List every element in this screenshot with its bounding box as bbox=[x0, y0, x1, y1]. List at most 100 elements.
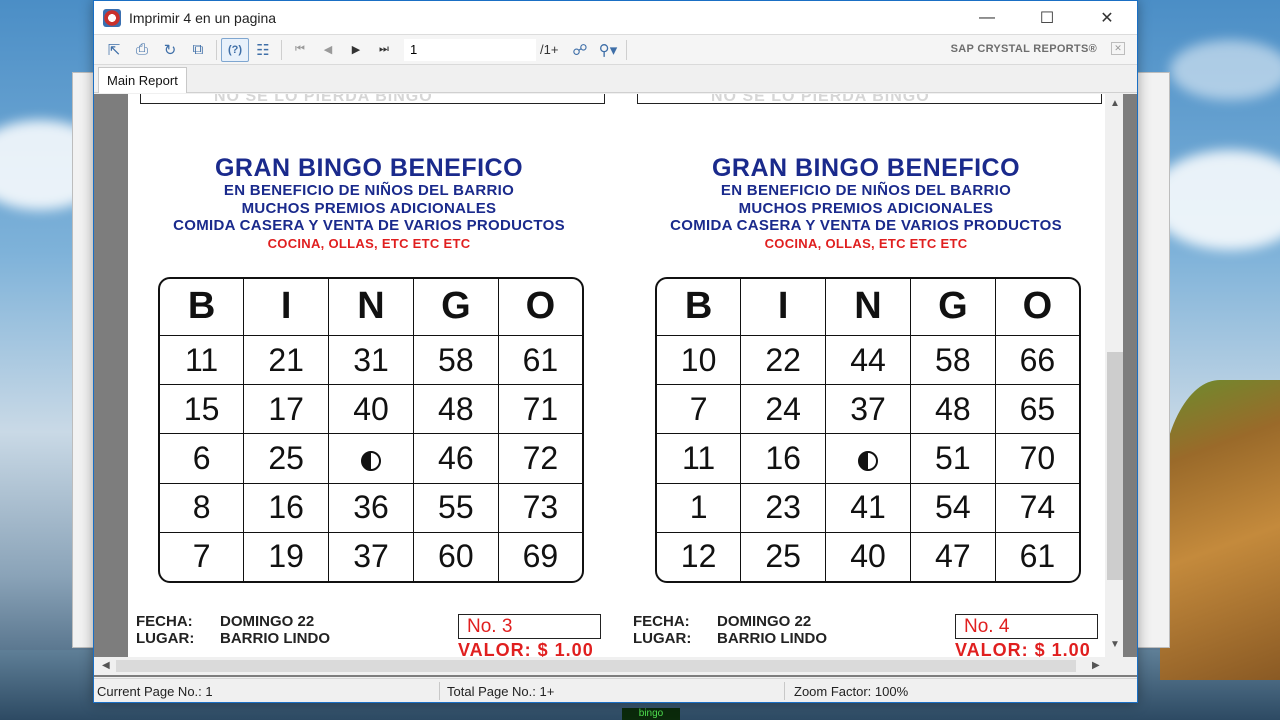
bingo-row: 10 22 44 58 66 bbox=[657, 334, 1079, 386]
bingo-cell: 1 bbox=[657, 482, 742, 533]
card-line-4: COCINA, OLLAS, ETC ETC ETC bbox=[764, 235, 968, 251]
bingo-cell: 65 bbox=[994, 384, 1079, 435]
status-bar: Current Page No.: 1 Total Page No.: 1+ Z… bbox=[94, 678, 1137, 702]
bingo-cell: 73 bbox=[497, 482, 582, 533]
bingo-cell: 7 bbox=[657, 384, 742, 435]
next-page-icon[interactable]: ▶ bbox=[342, 38, 370, 62]
bingo-cell: 25 bbox=[740, 531, 827, 581]
zoom-icon[interactable]: ⚲▾ bbox=[594, 38, 622, 62]
bingo-header-cell: G bbox=[412, 279, 499, 336]
bingo-row: 1 23 41 54 74 bbox=[657, 482, 1079, 533]
card-number: No. 3 bbox=[458, 614, 601, 639]
card-labels: FECHA: LUGAR: bbox=[633, 613, 691, 647]
bingo-cell: 47 bbox=[909, 531, 996, 581]
card-line-2: MUCHOS PREMIOS ADICIONALES bbox=[241, 199, 497, 217]
scroll-left-icon[interactable]: ◀ bbox=[102, 660, 110, 671]
card-line-4: COCINA, OLLAS, ETC ETC ETC bbox=[267, 235, 471, 251]
bingo-cell: 16 bbox=[243, 482, 330, 533]
bingo-cell: 51 bbox=[909, 433, 996, 484]
bingo-row: 15 17 40 48 71 bbox=[160, 384, 582, 435]
fecha-value: DOMINGO 22 bbox=[220, 613, 315, 630]
print-icon[interactable]: ⎙ bbox=[128, 38, 156, 62]
bingo-header-row: B I N G O bbox=[657, 279, 1079, 336]
lugar-value: BARRIO LINDO bbox=[220, 630, 330, 647]
bingo-grid: B I N G O 11 21 31 58 61 15 17 40 48 71 … bbox=[158, 277, 584, 583]
tab-main-report[interactable]: Main Report bbox=[98, 67, 187, 93]
refresh-icon[interactable]: ↻ bbox=[156, 38, 184, 62]
scroll-down-icon[interactable]: ▼ bbox=[1110, 639, 1120, 650]
scroll-up-icon[interactable]: ▲ bbox=[1110, 98, 1120, 109]
bingo-cell: 23 bbox=[740, 482, 827, 533]
binoculars-icon[interactable]: ☍ bbox=[566, 38, 594, 62]
yin-yang-icon bbox=[857, 450, 878, 471]
bingo-cell: 72 bbox=[497, 433, 582, 484]
bingo-row: 11 16 51 70 bbox=[657, 433, 1079, 484]
vertical-scrollbar[interactable]: ▲ ▼ bbox=[1105, 94, 1123, 657]
card-heading: GRAN BINGO BENEFICO EN BENEFICIO DE NIÑO… bbox=[625, 154, 1105, 253]
prev-page-icon[interactable]: ◀ bbox=[314, 38, 342, 62]
bingo-cell: 40 bbox=[825, 531, 911, 581]
first-page-icon[interactable]: ⏮ bbox=[286, 38, 314, 62]
lugar-label: LUGAR: bbox=[136, 630, 195, 647]
horizontal-scroll-thumb[interactable] bbox=[116, 660, 1076, 672]
bingo-cell: 66 bbox=[994, 334, 1079, 386]
taskbar-label[interactable]: bingo bbox=[622, 708, 680, 720]
close-button[interactable]: ✕ bbox=[1077, 1, 1137, 35]
minimize-button[interactable]: — bbox=[957, 1, 1017, 35]
window-title: Imprimir 4 en un pagina bbox=[129, 9, 277, 26]
bingo-cell: 60 bbox=[412, 531, 499, 581]
title-bar[interactable]: Imprimir 4 en un pagina — ☐ ✕ bbox=[94, 1, 1137, 35]
fecha-label: FECHA: bbox=[633, 613, 690, 630]
bingo-cell: 40 bbox=[328, 384, 414, 435]
cliff-scenery bbox=[1160, 380, 1280, 680]
bingo-header-cell: B bbox=[657, 279, 742, 336]
bingo-row: 8 16 36 55 73 bbox=[160, 482, 582, 533]
bingo-cell: 31 bbox=[328, 334, 414, 386]
bingo-cell: 48 bbox=[909, 384, 996, 435]
page-number-input[interactable] bbox=[404, 38, 536, 61]
bingo-row: 11 21 31 58 61 bbox=[160, 334, 582, 386]
card-line-2: MUCHOS PREMIOS ADICIONALES bbox=[738, 199, 994, 217]
group-tree-icon[interactable]: ☷ bbox=[249, 38, 277, 62]
free-space-cell bbox=[825, 433, 911, 484]
card-values: DOMINGO 22 BARRIO LINDO bbox=[717, 613, 827, 647]
bingo-cell: 41 bbox=[825, 482, 911, 533]
card-line-3: COMIDA CASERA Y VENTA DE VARIOS PRODUCTO… bbox=[173, 217, 565, 234]
ghost-text: NO SE LO PIERDA BINGO bbox=[711, 94, 930, 105]
bingo-cell: 48 bbox=[412, 384, 499, 435]
bingo-header-cell: N bbox=[825, 279, 911, 336]
bingo-cell: 46 bbox=[412, 433, 499, 484]
bingo-cell: 25 bbox=[243, 433, 330, 484]
bingo-cell: 70 bbox=[994, 433, 1079, 484]
bingo-cell: 37 bbox=[825, 384, 911, 435]
card-title: GRAN BINGO BENEFICO bbox=[711, 154, 1021, 182]
card-line-3: COMIDA CASERA Y VENTA DE VARIOS PRODUCTO… bbox=[670, 217, 1062, 234]
bingo-header-row: B I N G O bbox=[160, 279, 582, 336]
bingo-cell: 19 bbox=[243, 531, 330, 581]
export-icon[interactable]: ⇱ bbox=[100, 38, 128, 62]
bingo-cell: 16 bbox=[740, 433, 827, 484]
horizontal-scrollbar[interactable]: ◀ ▶ bbox=[94, 657, 1137, 675]
last-page-icon[interactable]: ⏭ bbox=[370, 38, 398, 62]
help-icon[interactable]: (?) bbox=[221, 37, 249, 62]
bingo-row: 12 25 40 47 61 bbox=[657, 531, 1079, 581]
lugar-label: LUGAR: bbox=[633, 630, 692, 647]
vertical-scroll-thumb[interactable] bbox=[1107, 352, 1123, 580]
lugar-value: BARRIO LINDO bbox=[717, 630, 827, 647]
page-total: /1+ bbox=[540, 42, 559, 57]
bingo-cell: 69 bbox=[497, 531, 582, 581]
bingo-cell: 15 bbox=[160, 384, 245, 435]
maximize-button[interactable]: ☐ bbox=[1017, 1, 1077, 35]
bingo-card-2: NO SE LO PIERDA BINGO GRAN BINGO BENEFIC… bbox=[625, 94, 1102, 657]
scroll-right-icon[interactable]: ▶ bbox=[1092, 660, 1100, 671]
card-number: No. 4 bbox=[955, 614, 1098, 639]
bingo-header-cell: G bbox=[909, 279, 996, 336]
bingo-cell: 37 bbox=[328, 531, 414, 581]
ghost-text: NO SE LO PIERDA BINGO bbox=[214, 94, 433, 105]
bingo-header-cell: B bbox=[160, 279, 245, 336]
bingo-cell: 12 bbox=[657, 531, 742, 581]
report-viewport[interactable]: NO SE LO PIERDA BINGO GRAN BINGO BENEFIC… bbox=[94, 94, 1137, 677]
close-tab-icon[interactable]: ✕ bbox=[1111, 42, 1125, 55]
copy-icon[interactable]: ⧉ bbox=[184, 38, 212, 62]
fecha-label: FECHA: bbox=[136, 613, 193, 630]
